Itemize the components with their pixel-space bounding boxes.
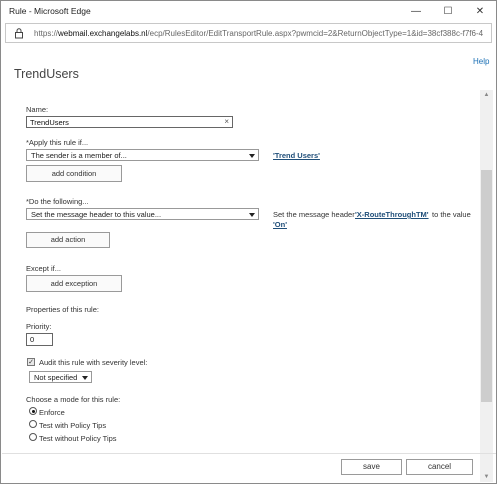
chevron-down-icon — [249, 213, 255, 217]
mode-radio-enforce[interactable] — [29, 407, 37, 415]
condition-value-link[interactable]: 'Trend Users' — [273, 151, 320, 160]
page-title: TrendUsers — [14, 67, 79, 81]
clear-icon[interactable]: × — [224, 117, 229, 126]
browser-window: Rule - Microsoft Edge — ☐ ✕ https://webm… — [0, 0, 497, 484]
page-content: Help TrendUsers Name: TrendUsers × *Appl… — [2, 45, 496, 483]
minimize-button[interactable]: — — [401, 1, 431, 21]
name-label: Name: — [26, 105, 49, 114]
action-desc-middle: to the value — [432, 210, 471, 219]
mode-option-label: Test with Policy Tips — [39, 421, 107, 430]
scroll-thumb[interactable] — [481, 170, 492, 402]
url-text: https://webmail.exchangelabs.nl/ecp/Rule… — [34, 29, 489, 38]
header-name-link[interactable]: 'X-RouteThroughTM' — [355, 210, 429, 219]
header-value-link[interactable]: 'On' — [273, 220, 287, 229]
condition-select[interactable]: The sender is a member of... — [26, 149, 259, 161]
audit-label: Audit this rule with severity level: — [39, 358, 148, 367]
severity-select-value: Not specified — [34, 373, 78, 382]
url-scheme: https:// — [34, 29, 59, 38]
name-input-value: TrendUsers — [30, 118, 69, 127]
chevron-down-icon — [249, 154, 255, 158]
save-button[interactable]: save — [341, 459, 402, 475]
help-link[interactable]: Help — [473, 57, 489, 66]
add-condition-button[interactable]: add condition — [26, 165, 122, 182]
chevron-down-icon — [82, 376, 88, 380]
scroll-up-icon[interactable]: ▲ — [481, 90, 492, 100]
add-action-button[interactable]: add action — [26, 232, 110, 248]
vertical-scrollbar[interactable]: ▲ ▼ — [480, 90, 493, 482]
name-input[interactable]: TrendUsers × — [26, 116, 233, 128]
mode-option-label: Enforce — [39, 408, 65, 417]
except-if-label: Except if... — [26, 264, 62, 273]
properties-label: Properties of this rule: — [26, 305, 99, 314]
close-button[interactable]: ✕ — [465, 1, 495, 21]
maximize-button[interactable]: ☐ — [433, 1, 463, 21]
mode-option-label: Test without Policy Tips — [39, 434, 117, 443]
add-exception-button[interactable]: add exception — [26, 275, 122, 292]
action-select[interactable]: Set the message header to this value... — [26, 208, 259, 220]
lock-icon — [13, 27, 25, 39]
window-title: Rule - Microsoft Edge — [9, 6, 91, 16]
title-bar: Rule - Microsoft Edge — ☐ ✕ — [1, 1, 496, 21]
action-desc-prefix: Set the message header — [273, 210, 355, 219]
mode-radio-test-with-tips[interactable] — [29, 420, 37, 428]
mode-radio-test-without-tips[interactable] — [29, 433, 37, 441]
cancel-button[interactable]: cancel — [406, 459, 473, 475]
mode-label: Choose a mode for this rule: — [26, 395, 121, 404]
severity-select[interactable]: Not specified — [29, 371, 92, 383]
scroll-down-icon[interactable]: ▼ — [481, 472, 492, 482]
address-bar[interactable]: https://webmail.exchangelabs.nl/ecp/Rule… — [5, 23, 492, 43]
priority-input-value: 0 — [30, 335, 35, 344]
priority-input[interactable]: 0 — [26, 333, 53, 346]
url-path: /ecp/RulesEditor/EditTransportRule.aspx?… — [147, 29, 484, 38]
apply-if-label: *Apply this rule if... — [26, 138, 89, 147]
condition-select-value: The sender is a member of... — [31, 151, 127, 160]
do-following-label: *Do the following... — [26, 197, 89, 206]
footer-divider — [2, 453, 496, 454]
action-select-value: Set the message header to this value... — [31, 210, 162, 219]
priority-label: Priority: — [26, 322, 52, 331]
url-host: webmail.exchangelabs.nl — [58, 29, 148, 38]
audit-checkbox[interactable]: ✓ — [27, 358, 35, 366]
